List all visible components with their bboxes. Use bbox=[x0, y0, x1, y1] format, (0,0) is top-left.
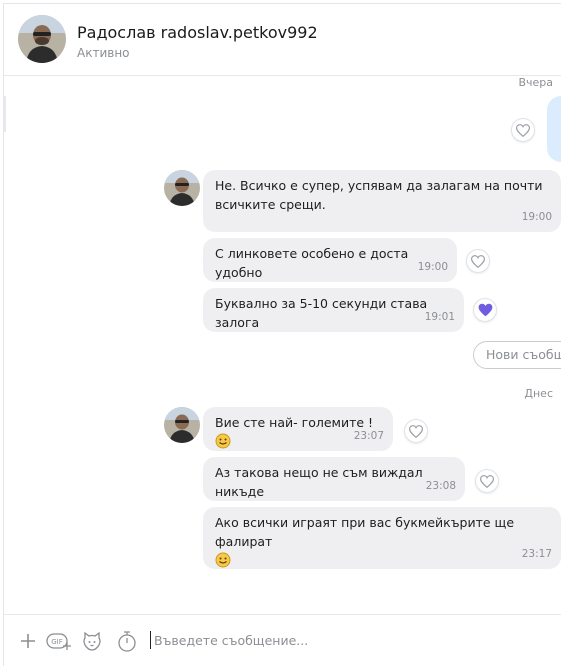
message-bubble[interactable]: Вие сте най- големите ! 23:07 bbox=[203, 407, 393, 451]
new-messages-pill[interactable]: Нови съобщения bbox=[473, 341, 561, 369]
message-bubble[interactable]: Не. Всичко е супер, успявам да залагам н… bbox=[203, 170, 561, 232]
sender-avatar[interactable] bbox=[164, 170, 200, 206]
timer-button[interactable] bbox=[115, 629, 139, 653]
heart-filled-icon bbox=[478, 303, 492, 317]
message-time: 19:00 bbox=[417, 261, 448, 273]
like-button[interactable] bbox=[475, 469, 499, 493]
plus-button[interactable] bbox=[16, 629, 40, 653]
plus-icon bbox=[21, 634, 35, 648]
contact-name[interactable]: Радослав radoslav.petkov992 bbox=[77, 23, 318, 42]
message-bubble[interactable]: Аз такова нещо не съм виждал никъде 23:0… bbox=[203, 457, 465, 501]
message-text: Аз такова нещо не съм виждал никъде bbox=[215, 465, 423, 499]
heart-icon bbox=[516, 123, 530, 137]
sender-avatar[interactable] bbox=[164, 407, 200, 443]
contact-status: Активно bbox=[77, 46, 130, 60]
smile-emoji-icon bbox=[215, 552, 231, 568]
message-input[interactable] bbox=[154, 629, 534, 651]
contact-avatar[interactable] bbox=[18, 15, 66, 63]
timer-icon bbox=[118, 631, 136, 652]
sticker-icon bbox=[83, 631, 101, 651]
message-time: 19:00 bbox=[521, 211, 552, 223]
heart-icon bbox=[409, 424, 423, 438]
message-composer: GIF bbox=[4, 614, 561, 666]
sticker-button[interactable] bbox=[80, 629, 104, 653]
message-time: 23:07 bbox=[353, 430, 384, 442]
message-text: Ако всички играят при вас букмейкърите щ… bbox=[215, 515, 515, 549]
day-separator-yesterday: Вчера bbox=[518, 76, 553, 89]
message-text: Вие сте най- големите ! bbox=[215, 415, 374, 430]
message-text: Не. Всичко е супер, успявам да залагам н… bbox=[215, 178, 543, 212]
message-bubble[interactable]: С линковете особено е доста удобно 19:00 bbox=[203, 238, 457, 282]
smile-emoji-icon bbox=[215, 433, 231, 449]
chat-header: Радослав radoslav.petkov992 Активно bbox=[4, 4, 561, 76]
message-time: 19:01 bbox=[424, 311, 455, 323]
message-list: Вчера Не. Всичко е супер, успявам да зал… bbox=[4, 76, 561, 614]
outgoing-message-bubble[interactable] bbox=[547, 96, 561, 162]
message-bubble[interactable]: Буквално за 5-10 секунди става залога 19… bbox=[203, 288, 464, 332]
message-time: 23:17 bbox=[521, 548, 552, 560]
heart-icon bbox=[480, 474, 494, 488]
like-button[interactable] bbox=[466, 249, 490, 273]
svg-text:GIF: GIF bbox=[51, 638, 63, 646]
message-text: С линковете особено е доста удобно bbox=[215, 246, 409, 280]
text-caret bbox=[150, 631, 151, 649]
like-button[interactable] bbox=[511, 118, 535, 142]
like-button[interactable] bbox=[473, 298, 497, 322]
message-time: 23:08 bbox=[425, 480, 456, 492]
message-text: Буквално за 5-10 секунди става залога bbox=[215, 296, 428, 330]
chat-window: Радослав radoslav.petkov992 Активно Вчер… bbox=[3, 3, 561, 666]
day-separator-today: Днес bbox=[524, 387, 553, 400]
like-button[interactable] bbox=[404, 419, 428, 443]
heart-icon bbox=[471, 254, 485, 268]
message-bubble[interactable]: Ако всички играят при вас букмейкърите щ… bbox=[203, 507, 561, 569]
gif-icon: GIF bbox=[46, 633, 71, 650]
gif-button[interactable]: GIF bbox=[46, 629, 72, 653]
